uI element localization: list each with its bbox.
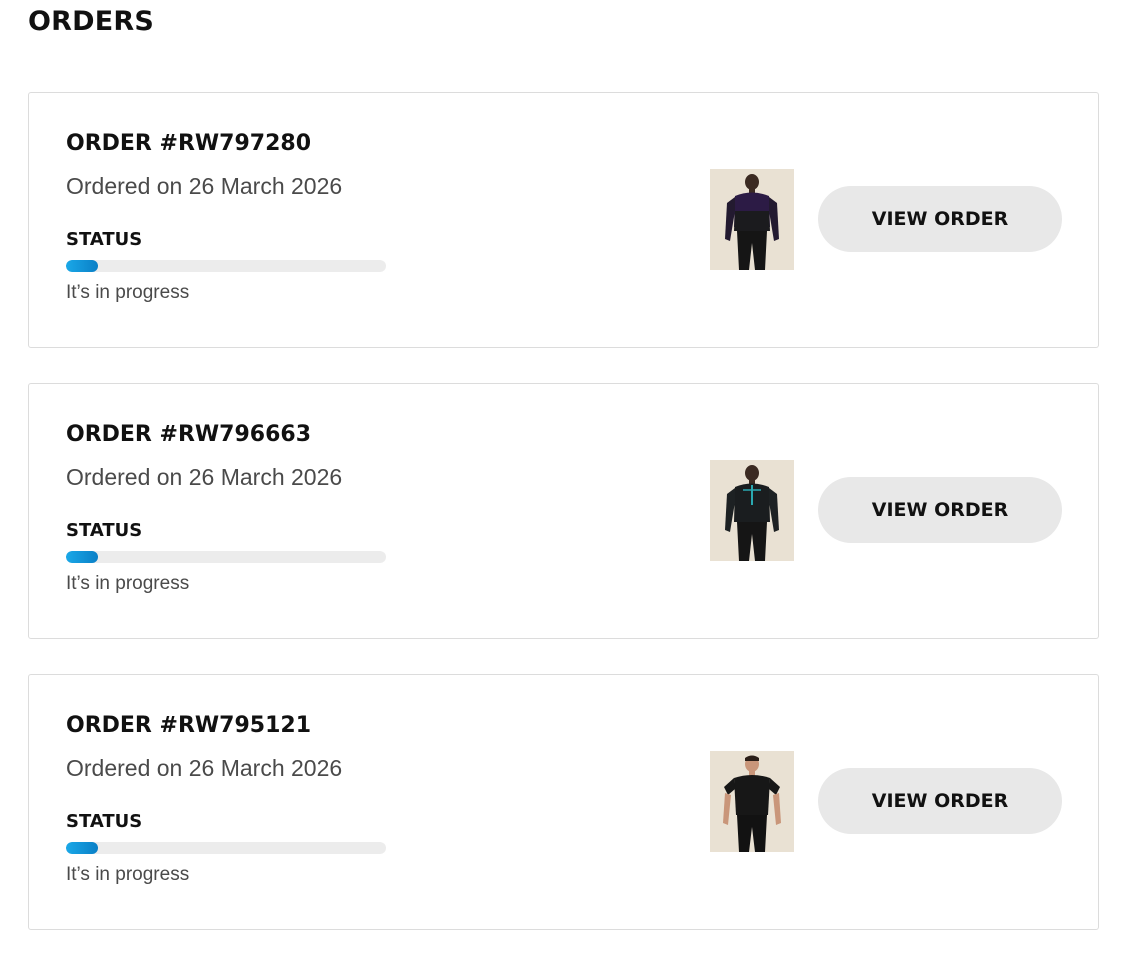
view-order-button[interactable]: VIEW ORDER <box>818 477 1062 543</box>
status-label: STATUS <box>66 520 143 541</box>
product-thumbnail[interactable] <box>710 460 794 561</box>
status-label: STATUS <box>66 811 143 832</box>
status-progress-fill <box>66 551 98 563</box>
order-date: Ordered on 26 March 2026 <box>66 173 343 199</box>
status-progress-fill <box>66 260 98 272</box>
status-progress-bar <box>66 842 386 854</box>
order-card: ORDER #RW797280 Ordered on 26 March 2026… <box>28 92 1099 348</box>
order-number: ORDER #RW797280 <box>66 131 312 156</box>
status-progress-bar <box>66 260 386 272</box>
status-text: It’s in progress <box>66 282 190 303</box>
order-number: ORDER #RW795121 <box>66 713 312 738</box>
view-order-button[interactable]: VIEW ORDER <box>818 186 1062 252</box>
order-date: Ordered on 26 March 2026 <box>66 464 343 490</box>
product-thumbnail[interactable] <box>710 169 794 270</box>
status-text: It’s in progress <box>66 573 190 594</box>
order-card: ORDER #RW796663 Ordered on 26 March 2026… <box>28 383 1099 639</box>
order-list: ORDER #RW797280 Ordered on 26 March 2026… <box>28 92 1099 965</box>
page-title: ORDERS <box>28 6 155 37</box>
view-order-button[interactable]: VIEW ORDER <box>818 768 1062 834</box>
status-text: It’s in progress <box>66 864 190 885</box>
order-number: ORDER #RW796663 <box>66 422 312 447</box>
status-progress-fill <box>66 842 98 854</box>
status-label: STATUS <box>66 229 143 250</box>
product-thumbnail[interactable] <box>710 751 794 852</box>
order-card: ORDER #RW795121 Ordered on 26 March 2026… <box>28 674 1099 930</box>
order-date: Ordered on 26 March 2026 <box>66 755 343 781</box>
status-progress-bar <box>66 551 386 563</box>
